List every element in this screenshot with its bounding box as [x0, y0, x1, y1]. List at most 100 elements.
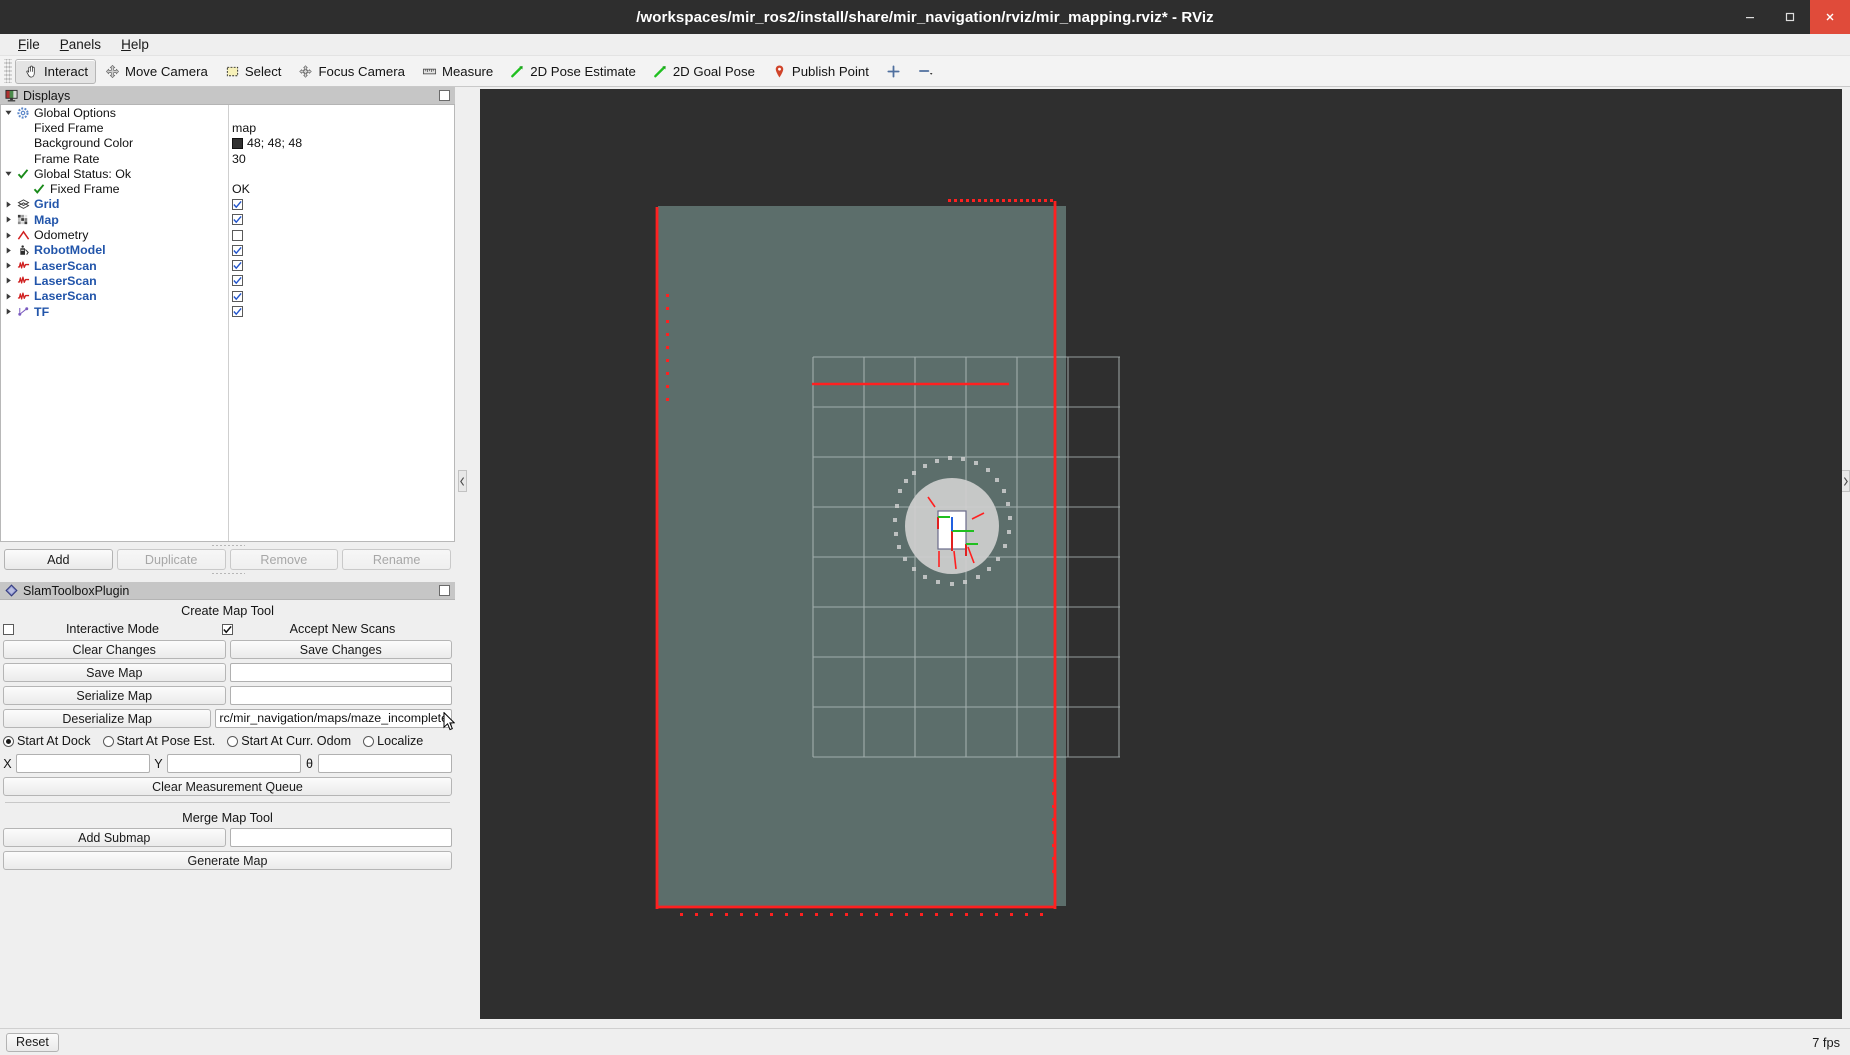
tool-measure[interactable]: Measure [413, 59, 501, 84]
display-row-value[interactable] [232, 244, 243, 256]
panel-splitter-2[interactable] [0, 570, 455, 577]
tool-2d-goal-pose[interactable]: 2D Goal Pose [644, 59, 763, 84]
display-row-fixed-frame[interactable]: Fixed Frame map [1, 120, 454, 135]
serialize-map-input[interactable] [229, 686, 452, 705]
display-row-label: Fixed Frame [34, 120, 104, 135]
minimize-icon[interactable] [1730, 0, 1770, 34]
chevron-right-icon[interactable] [1, 307, 15, 316]
display-row-tf[interactable]: TF [1, 304, 454, 319]
menu-file[interactable]: File [8, 35, 50, 54]
display-enable-checkbox[interactable] [232, 275, 243, 287]
display-row-value[interactable] [232, 306, 243, 317]
tool-2d-pose-estimate[interactable]: 2D Pose Estimate [501, 59, 644, 84]
deserialize-map-button[interactable]: Deserialize Map [3, 709, 212, 728]
y-input[interactable] [167, 754, 301, 773]
tool-select[interactable]: Select [216, 59, 290, 84]
display-row-laserscan[interactable]: LaserScan [1, 289, 454, 304]
add-button[interactable]: Add [4, 549, 113, 570]
chevron-right-icon[interactable] [1, 292, 15, 301]
start-mode-localize[interactable]: Localize [363, 734, 423, 748]
interactive-mode-checkbox[interactable] [222, 623, 233, 635]
close-icon[interactable] [1810, 0, 1850, 34]
display-row-grid[interactable]: Grid [1, 197, 454, 212]
toolbar-grip[interactable] [4, 59, 12, 83]
x-input[interactable] [16, 754, 150, 773]
menu-help[interactable]: Help [111, 35, 159, 54]
save-map-input[interactable] [229, 663, 452, 682]
display-row-map[interactable]: Map [1, 212, 454, 227]
panel-splitter[interactable] [0, 542, 455, 549]
check-icon [31, 183, 47, 195]
display-row-value[interactable] [232, 275, 243, 287]
start-mode-start-at-curr-odom[interactable]: Start At Curr. Odom [227, 734, 351, 748]
radio-button[interactable] [102, 735, 114, 747]
chevron-down-icon[interactable] [1, 169, 15, 178]
color-swatch[interactable] [232, 137, 243, 149]
serialize-map-button[interactable]: Serialize Map [3, 686, 226, 705]
deserialize-map-input[interactable]: rc/mir_navigation/maps/maze_incomplete [215, 709, 452, 728]
display-enable-checkbox[interactable] [232, 244, 243, 256]
display-row-value[interactable] [232, 229, 243, 241]
reset-button[interactable]: Reset [6, 1032, 59, 1052]
display-row-global-status-ok[interactable]: Global Status: Ok [1, 166, 454, 181]
display-row-laserscan[interactable]: LaserScan [1, 273, 454, 288]
menu-panels[interactable]: Panels [50, 35, 111, 54]
slam-panel-header: SlamToolboxPlugin [0, 582, 455, 600]
display-row-global-options[interactable]: Global Options [1, 105, 454, 120]
display-row-label: Grid [34, 197, 60, 212]
tool-move-camera[interactable]: Move Camera [96, 59, 216, 84]
display-row-odometry[interactable]: Odometry [1, 227, 454, 242]
display-enable-checkbox[interactable] [232, 229, 243, 241]
chevron-right-icon[interactable] [1, 246, 15, 255]
tool-focus-camera[interactable]: Focus Camera [289, 59, 412, 84]
display-row-value[interactable] [232, 214, 243, 226]
display-row-frame-rate[interactable]: Frame Rate 30 [1, 151, 454, 166]
theta-input[interactable] [318, 754, 452, 773]
clear-measurement-queue-button[interactable]: Clear Measurement Queue [3, 777, 452, 796]
display-row-value: OK [232, 182, 250, 196]
radio-button[interactable] [227, 735, 239, 747]
display-enable-checkbox[interactable] [232, 260, 243, 272]
map-free-space [658, 206, 1066, 906]
display-row-fixed-frame[interactable]: Fixed Frame OK [1, 181, 454, 196]
display-enable-checkbox[interactable] [232, 214, 243, 226]
tool-publish-point[interactable]: Publish Point [763, 59, 877, 84]
save-map-button[interactable]: Save Map [3, 663, 226, 682]
tool-add[interactable] [877, 59, 910, 84]
radio-button[interactable] [3, 735, 14, 747]
slam-panel-toggle[interactable] [439, 585, 450, 596]
chevron-right-icon[interactable] [1, 276, 15, 285]
add-submap-button[interactable]: Add Submap [3, 828, 226, 847]
right-panel-collapse-handle[interactable] [1841, 470, 1850, 492]
display-row-laserscan[interactable]: LaserScan [1, 258, 454, 273]
display-row-robotmodel[interactable]: RobotModel [1, 243, 454, 258]
display-row-value[interactable] [232, 198, 243, 210]
display-row-value[interactable] [232, 290, 243, 302]
display-row-value[interactable] [232, 260, 243, 272]
render-viewport-3d[interactable] [480, 89, 1842, 1019]
clear-changes-button[interactable]: Clear Changes [3, 640, 226, 659]
save-map-row: Save Map [3, 663, 452, 682]
tool-remove-dropdown[interactable] [910, 59, 943, 84]
chevron-right-icon[interactable] [1, 231, 15, 240]
start-mode-label: Start At Pose Est. [116, 734, 216, 748]
displays-tree[interactable]: Global Options Fixed Frame map Background C… [0, 105, 455, 542]
display-row-background-color[interactable]: Background Color 48; 48; 48 [1, 136, 454, 151]
chevron-right-icon[interactable] [1, 215, 15, 224]
chevron-right-icon[interactable] [1, 261, 15, 270]
display-enable-checkbox[interactable] [232, 306, 243, 317]
display-enable-checkbox[interactable] [232, 198, 243, 210]
tool-interact[interactable]: Interact [15, 58, 96, 84]
displays-panel-toggle[interactable] [439, 90, 450, 101]
radio-button[interactable] [363, 735, 375, 747]
start-mode-start-at-pose-est[interactable]: Start At Pose Est. [102, 734, 216, 748]
display-enable-checkbox[interactable] [232, 290, 243, 302]
generate-map-button[interactable]: Generate Map [3, 851, 452, 870]
chevron-right-icon[interactable] [1, 200, 15, 209]
chevron-down-icon[interactable] [1, 108, 15, 117]
left-panel-collapse-handle[interactable] [458, 470, 467, 492]
start-mode-start-at-dock[interactable]: Start At Dock [3, 734, 91, 748]
save-changes-button[interactable]: Save Changes [229, 640, 452, 659]
maximize-icon[interactable] [1770, 0, 1810, 34]
add-submap-input[interactable] [229, 828, 452, 847]
